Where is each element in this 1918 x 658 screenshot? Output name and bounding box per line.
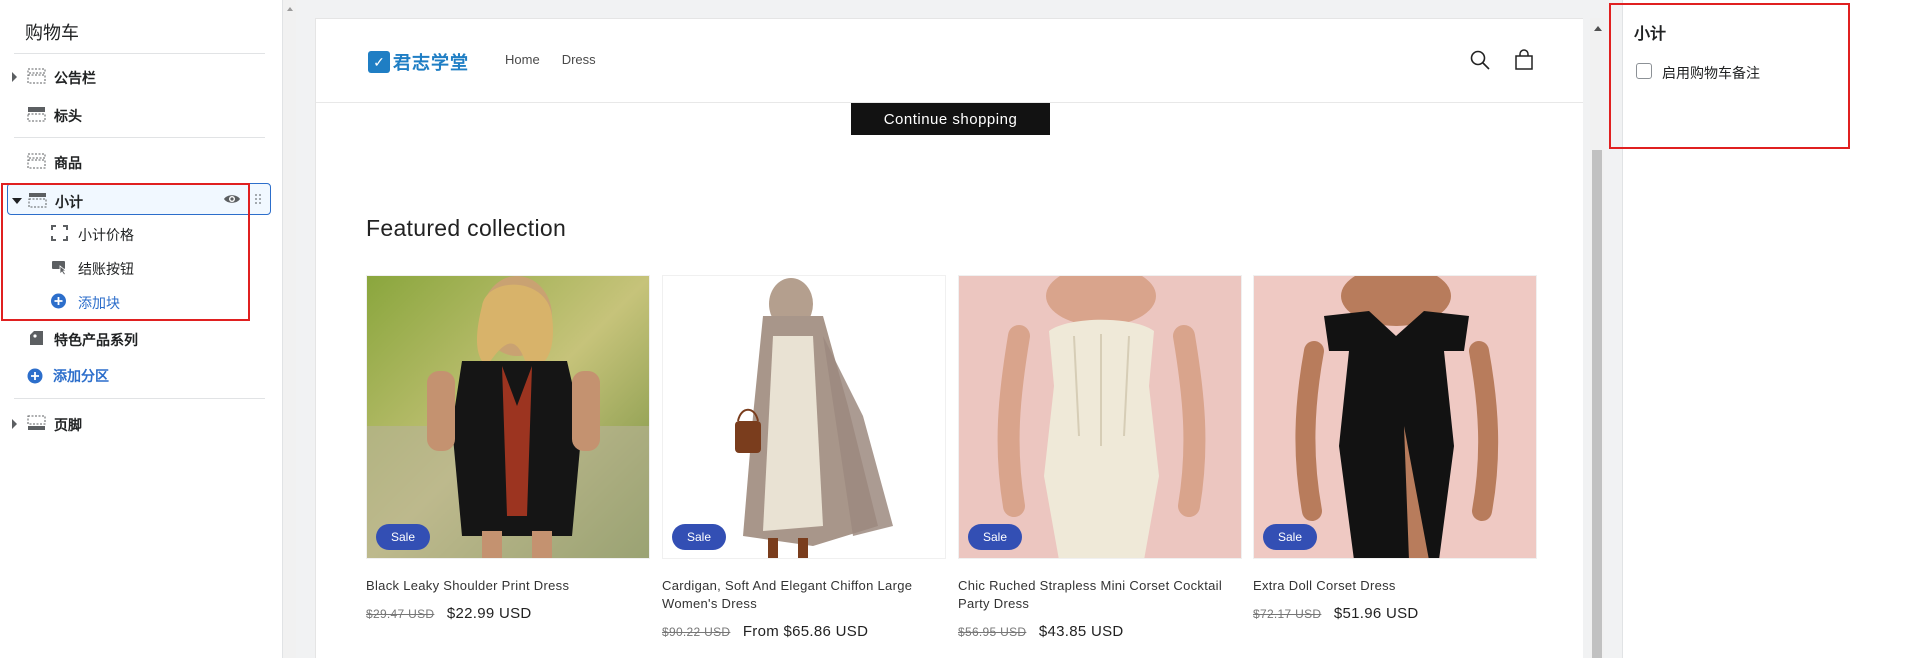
product-price: $56.95 USD $43.85 USD: [958, 623, 1124, 640]
divider: [14, 53, 265, 54]
sidebar-item-footer[interactable]: 页脚: [0, 407, 270, 439]
add-section-label: 添加分区: [53, 368, 109, 384]
product-name[interactable]: Extra Doll Corset Dress: [1253, 577, 1537, 595]
sale-price: From $65.86 USD: [742, 623, 869, 640]
sidebar-item-label: 标头: [54, 108, 82, 124]
original-price: $72.17 USD: [1253, 607, 1322, 621]
scroll-up-icon[interactable]: [1594, 26, 1602, 31]
product-image[interactable]: [958, 275, 1242, 559]
header-icon: [27, 107, 46, 122]
divider: [14, 137, 265, 138]
product-name[interactable]: Cardigan, Soft And Elegant Chiffon Large…: [662, 577, 946, 613]
cart-icon[interactable]: [1513, 49, 1535, 71]
scrollbar-thumb[interactable]: [1592, 150, 1602, 658]
search-icon[interactable]: [1469, 49, 1491, 71]
original-price: $56.95 USD: [958, 625, 1027, 639]
product-name[interactable]: Black Leaky Shoulder Print Dress: [366, 577, 650, 595]
sidebar-item-featured-collection[interactable]: 特色产品系列: [0, 322, 270, 354]
sale-price: $43.85 USD: [1038, 623, 1124, 640]
sidebar-scrollbar[interactable]: [282, 0, 296, 658]
theme-editor: 购物车 公告栏 标头 商品 小计 小计价格 结账按钮 添加块 特色产品系列 添加…: [0, 0, 1918, 658]
plus-circle-icon: [27, 368, 43, 384]
preview-scrollbar[interactable]: [1590, 18, 1604, 658]
logo-icon: ✓: [368, 51, 390, 73]
tag-icon: [30, 331, 43, 345]
sidebar-item-label: 公告栏: [54, 70, 96, 86]
sale-badge: Sale: [672, 524, 726, 550]
sale-price: $51.96 USD: [1333, 605, 1419, 622]
chevron-right-icon[interactable]: [12, 72, 17, 82]
original-price: $29.47 USD: [366, 607, 435, 621]
drag-handle-icon[interactable]: [254, 193, 262, 205]
section-icon: [27, 153, 46, 169]
continue-shopping-button[interactable]: Continue shopping: [851, 103, 1050, 135]
divider: [14, 398, 265, 399]
sidebar-item-label: 商品: [54, 155, 82, 171]
sidebar-item-label: 页脚: [54, 417, 82, 433]
product-price: $29.47 USD $22.99 USD: [366, 605, 532, 622]
sale-badge: Sale: [968, 524, 1022, 550]
sections-sidebar: 购物车 公告栏 标头 商品 小计 小计价格 结账按钮 添加块 特色产品系列 添加…: [0, 0, 282, 658]
product-price: $90.22 USD From $65.86 USD: [662, 623, 868, 640]
product-image[interactable]: [1253, 275, 1537, 559]
product-image[interactable]: [662, 275, 946, 559]
original-price: $90.22 USD: [662, 625, 731, 639]
main-nav: Home Dress: [505, 52, 618, 67]
site-header: ✓ 君志学堂 Home Dress: [316, 19, 1583, 103]
sidebar-title: 购物车: [25, 23, 79, 43]
product-price: $72.17 USD $51.96 USD: [1253, 605, 1419, 622]
nav-link-home[interactable]: Home: [505, 52, 540, 67]
chevron-right-icon[interactable]: [12, 419, 17, 429]
sale-badge: Sale: [376, 524, 430, 550]
nav-link-dress[interactable]: Dress: [562, 52, 596, 67]
sidebar-item-announcement[interactable]: 公告栏: [0, 60, 270, 92]
featured-collection-title: Featured collection: [366, 215, 567, 241]
storefront-preview: ✓ 君志学堂 Home Dress Continue shopping Feat…: [315, 18, 1583, 658]
sidebar-item-products[interactable]: 商品: [0, 145, 270, 177]
section-icon: [27, 68, 46, 84]
store-logo[interactable]: ✓ 君志学堂: [368, 49, 469, 75]
sidebar-item-label: 特色产品系列: [54, 332, 138, 348]
product-image[interactable]: [366, 275, 650, 559]
logo-text: 君志学堂: [393, 53, 469, 73]
sale-badge: Sale: [1263, 524, 1317, 550]
product-name[interactable]: Chic Ruched Strapless Mini Corset Cockta…: [958, 577, 1242, 613]
highlight-box: [1, 183, 250, 321]
sidebar-item-header[interactable]: 标头: [0, 98, 270, 130]
add-section-button[interactable]: 添加分区: [27, 365, 109, 387]
section-icon: [27, 415, 46, 430]
highlight-box: [1609, 3, 1850, 149]
scroll-up-icon[interactable]: [287, 7, 293, 11]
sale-price: $22.99 USD: [446, 605, 532, 622]
